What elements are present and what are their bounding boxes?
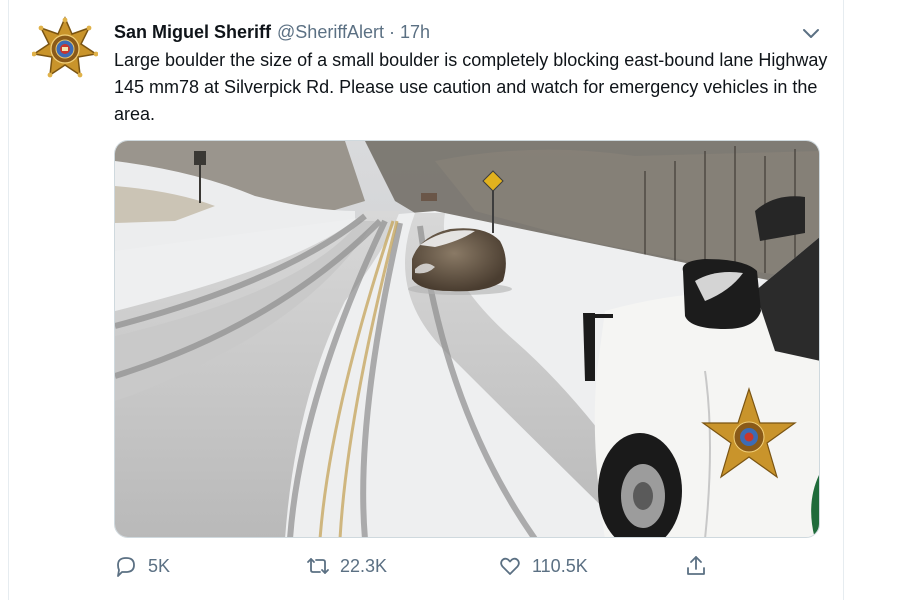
retweet-arrows-icon bbox=[307, 558, 329, 574]
tweet-card[interactable]: San Miguel Sheriff @SheriffAlert · 17h L… bbox=[8, 0, 844, 600]
retweet-button[interactable]: 22.3K bbox=[306, 552, 387, 580]
separator-dot: · bbox=[389, 21, 396, 42]
tweet-text: Large boulder the size of a small boulde… bbox=[114, 50, 828, 124]
like-count: 110.5K bbox=[532, 555, 588, 576]
avatar[interactable] bbox=[31, 16, 99, 82]
tweet-menu-button[interactable] bbox=[800, 22, 822, 44]
sheriff-star-badge-icon bbox=[31, 16, 99, 78]
tweet-action-bar: 5K 22.3K 110.5K bbox=[114, 552, 714, 580]
retweet-count: 22.3K bbox=[340, 555, 388, 576]
tweet-header: San Miguel Sheriff @SheriffAlert · 17h bbox=[114, 20, 430, 44]
user-handle[interactable]: @SheriffAlert bbox=[277, 22, 384, 43]
timestamp[interactable]: 17h bbox=[400, 22, 430, 43]
chevron-down-icon bbox=[803, 29, 819, 38]
reply-bubble-icon bbox=[117, 557, 135, 577]
tweet-photo[interactable] bbox=[114, 140, 820, 538]
share-upload-icon bbox=[687, 556, 705, 575]
snowy-road-boulder-photo bbox=[115, 141, 819, 537]
reply-count: 5K bbox=[148, 555, 171, 576]
display-name[interactable]: San Miguel Sheriff bbox=[114, 22, 271, 43]
like-button[interactable]: 110.5K bbox=[498, 552, 588, 580]
share-button[interactable] bbox=[684, 552, 718, 580]
reply-button[interactable]: 5K bbox=[114, 552, 170, 580]
heart-icon bbox=[500, 557, 520, 575]
